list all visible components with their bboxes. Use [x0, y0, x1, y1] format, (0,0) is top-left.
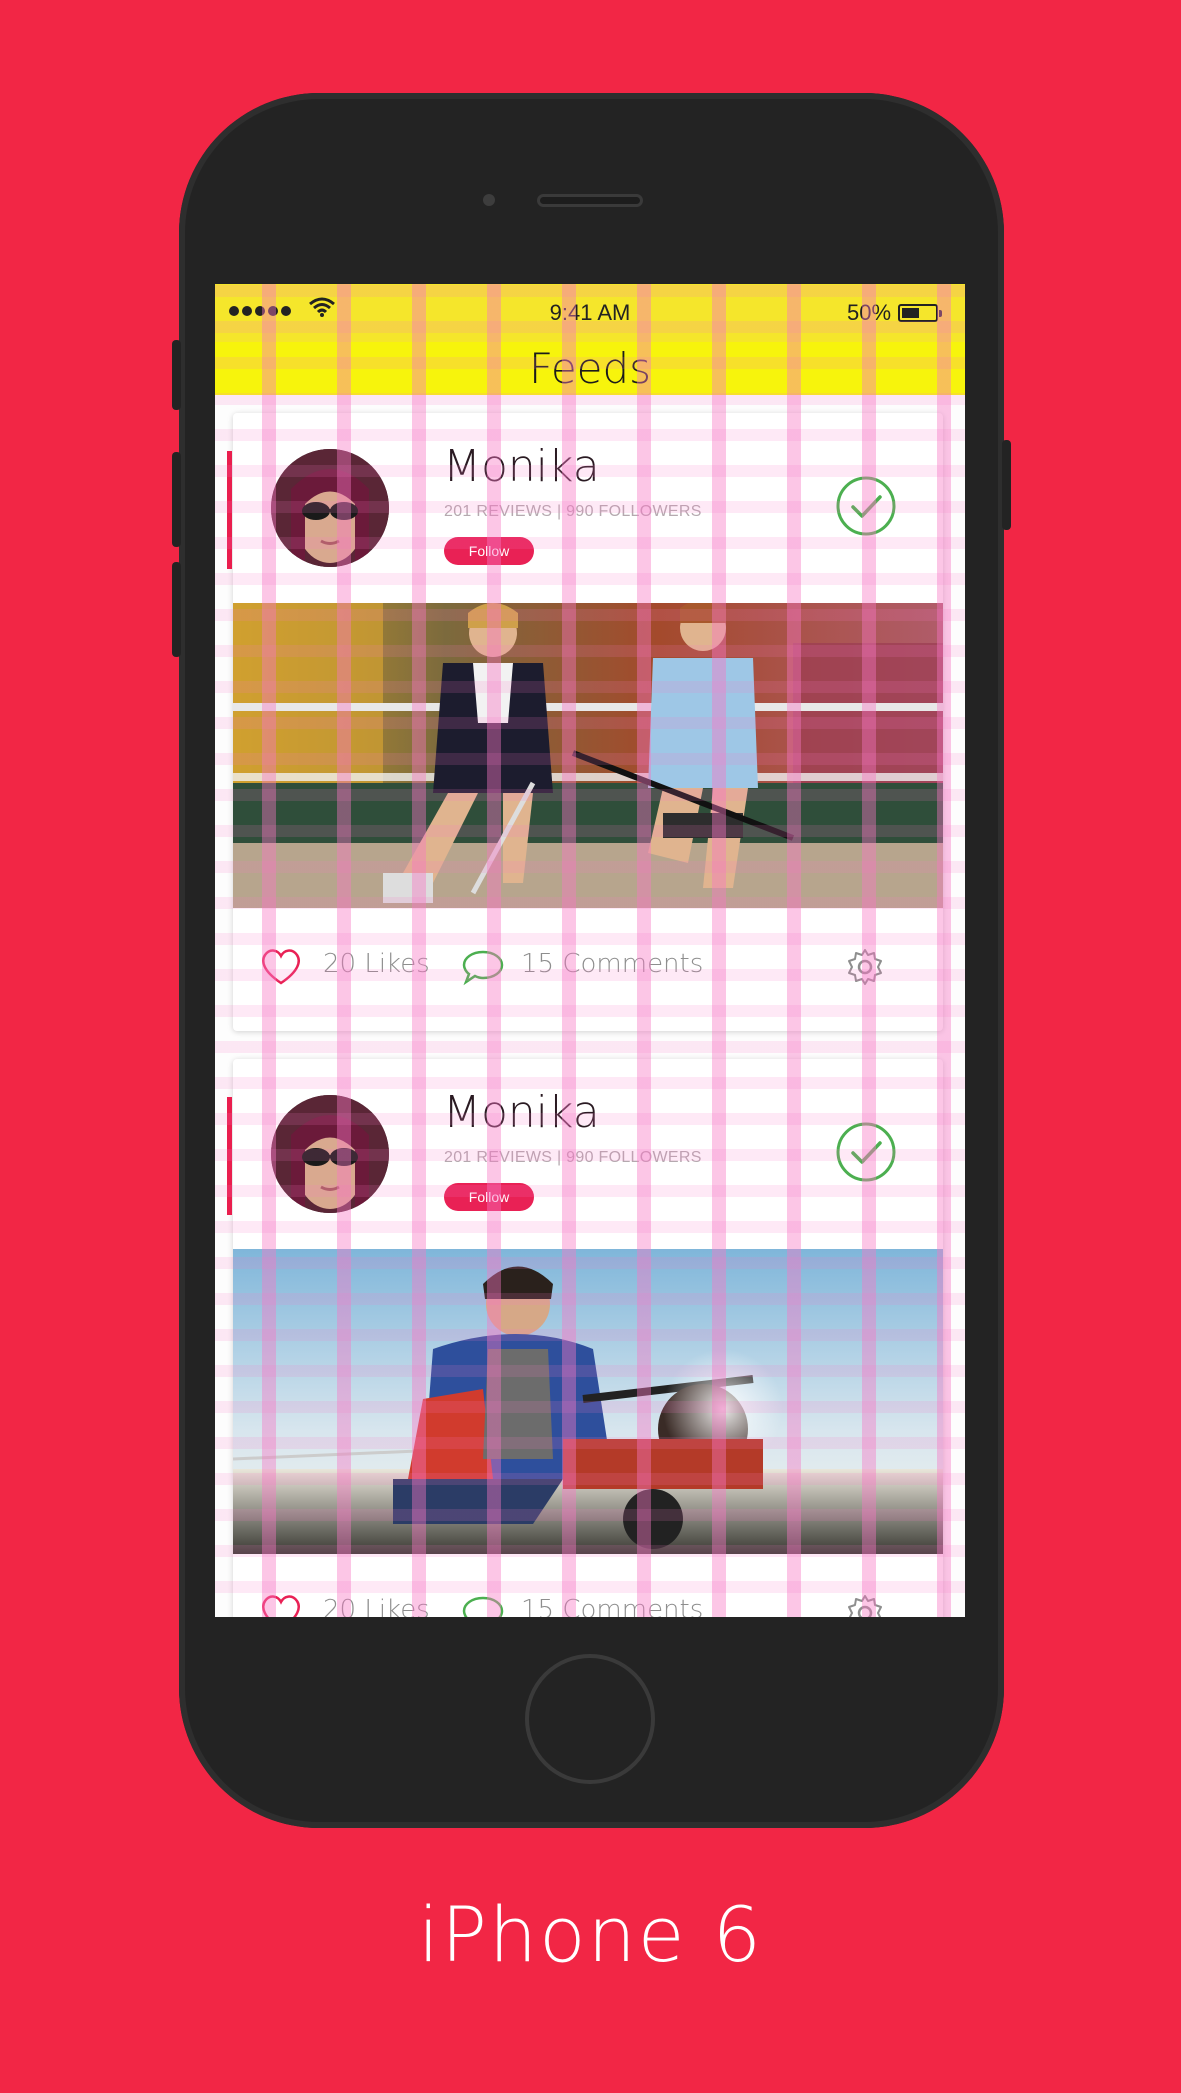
post-accent-bar [227, 451, 232, 569]
gear-icon[interactable] [845, 1593, 885, 1617]
device-caption: iPhone 6 [417, 1890, 764, 1979]
avatar-photo [271, 1095, 389, 1213]
page-title: Feeds [528, 344, 652, 393]
comments-count[interactable]: 15 Comments [521, 949, 703, 979]
author-name[interactable]: Monika [443, 441, 600, 492]
status-bar: 9:41 AM 50% [215, 284, 965, 342]
feed-post-card: Monika 201 REVIEWS | 990 FOLLOWERS Follo… [227, 413, 943, 1031]
mute-switch [172, 340, 181, 410]
heart-icon[interactable] [259, 947, 303, 987]
follow-button[interactable]: Follow [444, 1183, 534, 1211]
volume-up-button [172, 452, 181, 547]
volume-down-button [172, 562, 181, 657]
feed-post-card: Monika 201 REVIEWS | 990 FOLLOWERS Follo… [227, 1059, 943, 1617]
follow-button[interactable]: Follow [444, 537, 534, 565]
avatar[interactable] [271, 449, 389, 567]
power-button [1002, 440, 1011, 530]
comment-bubble-icon[interactable] [461, 947, 505, 987]
home-button[interactable] [525, 1654, 655, 1784]
heart-icon[interactable] [259, 1593, 303, 1617]
app-screen: 9:41 AM 50% Feeds Monika 201 REVIEWS | 9… [215, 284, 965, 1617]
likes-count[interactable]: 20 Likes [323, 949, 430, 979]
motorcycle-image [233, 1249, 943, 1554]
avatar-photo [271, 449, 389, 567]
battery-icon [898, 304, 942, 322]
comments-count[interactable]: 15 Comments [521, 1595, 703, 1617]
author-name[interactable]: Monika [443, 1087, 600, 1138]
author-stats: 201 REVIEWS | 990 FOLLOWERS [444, 1149, 702, 1166]
earpiece-speaker [537, 194, 643, 207]
check-circle-icon[interactable] [835, 1121, 897, 1183]
post-actions: 20 Likes 15 Comments [233, 935, 943, 995]
likes-count[interactable]: 20 Likes [323, 1595, 430, 1617]
feed-list[interactable]: Monika 201 REVIEWS | 990 FOLLOWERS Follo… [215, 395, 965, 1617]
battery-percent: 50% [847, 300, 892, 325]
front-camera [483, 194, 495, 206]
gear-icon[interactable] [845, 947, 885, 987]
nav-bar: Feeds [215, 342, 965, 395]
post-photo[interactable] [233, 1249, 943, 1554]
post-actions: 20 Likes 15 Comments [233, 1581, 943, 1617]
comment-bubble-icon[interactable] [461, 1593, 505, 1617]
author-stats: 201 REVIEWS | 990 FOLLOWERS [444, 503, 702, 520]
post-photo[interactable] [233, 603, 943, 908]
field-hockey-image [233, 603, 943, 908]
check-circle-icon[interactable] [835, 475, 897, 537]
post-accent-bar [227, 1097, 232, 1215]
avatar[interactable] [271, 1095, 389, 1213]
